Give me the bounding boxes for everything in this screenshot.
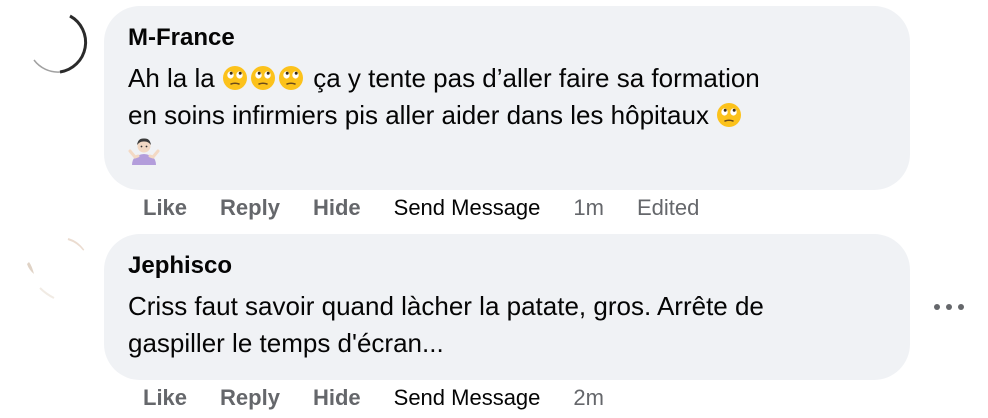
comment-text-line1-suffix: ça y tente pas d’aller faire sa formatio… xyxy=(313,63,760,93)
reply-button[interactable]: Reply xyxy=(220,385,280,411)
comment-text-line1-prefix: Ah la la xyxy=(128,63,215,93)
comment-text: Criss faut savoir quand làcher la patate… xyxy=(128,288,880,362)
comment-actions: Like Reply Hide Send Message 2m xyxy=(143,385,637,411)
comment-text-line1: Criss faut savoir quand làcher la patate… xyxy=(128,291,764,321)
ellipsis-horizontal-icon[interactable] xyxy=(934,297,964,317)
hide-button[interactable]: Hide xyxy=(313,385,361,411)
comment-text: Ah la la ça y tente pas d’aller faire sa… xyxy=(128,60,880,171)
comment-bubble: Jephisco Criss faut savoir quand làcher … xyxy=(104,234,910,380)
dot xyxy=(946,304,952,310)
dot xyxy=(934,304,940,310)
face-with-rolling-eyes-icon xyxy=(222,65,248,91)
face-with-rolling-eyes-icon xyxy=(250,65,276,91)
comment-bubble: M-France Ah la la ça y tente pas d’aller… xyxy=(104,6,910,190)
comment-author[interactable]: Jephisco xyxy=(128,252,880,280)
comment-actions: Like Reply Hide Send Message 1m Edited xyxy=(143,195,699,221)
like-button[interactable]: Like xyxy=(143,195,187,221)
hide-button[interactable]: Hide xyxy=(313,195,361,221)
reply-button[interactable]: Reply xyxy=(220,195,280,221)
send-message-button[interactable]: Send Message xyxy=(394,385,541,411)
comments-section: M-France Ah la la ça y tente pas d’aller… xyxy=(0,0,988,418)
dot xyxy=(958,304,964,310)
comment-text-line2: gaspiller le temps d'écran... xyxy=(128,328,444,358)
avatar-m-france[interactable] xyxy=(26,10,90,74)
comment-text-line2: en soins infirmiers pis aller aider dans… xyxy=(128,100,709,130)
face-with-rolling-eyes-icon xyxy=(716,102,742,128)
comment-timestamp[interactable]: 2m xyxy=(573,385,604,411)
send-message-button[interactable]: Send Message xyxy=(394,195,541,221)
comment-timestamp[interactable]: 1m xyxy=(573,195,604,221)
face-with-rolling-eyes-icon xyxy=(278,65,304,91)
avatar-jephisco[interactable] xyxy=(26,236,90,300)
like-button[interactable]: Like xyxy=(143,385,187,411)
comment-author[interactable]: M-France xyxy=(128,24,880,52)
edited-label[interactable]: Edited xyxy=(637,195,699,221)
person-shrugging-icon xyxy=(128,135,160,167)
